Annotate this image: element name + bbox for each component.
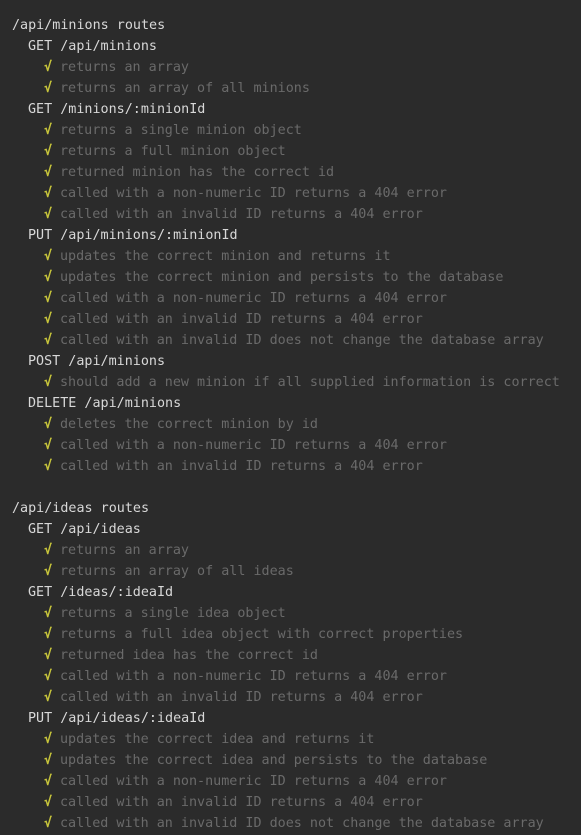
pass-check-icon: √ xyxy=(44,186,53,201)
test-description: called with a non-numeric ID returns a 4… xyxy=(60,669,447,684)
test-description: called with an invalid ID does not chang… xyxy=(60,816,544,831)
test-description: returns a single minion object xyxy=(60,123,302,138)
test-description: deletes the correct minion by id xyxy=(60,417,318,432)
pass-check-icon: √ xyxy=(44,564,53,579)
test-result-row: √ called with an invalid ID returns a 404… xyxy=(12,687,581,708)
test-result-row: √ updates the correct minion and persists… xyxy=(12,267,581,288)
test-description: called with a non-numeric ID returns a 4… xyxy=(60,186,447,201)
pass-check-icon: √ xyxy=(44,165,53,180)
pass-check-icon: √ xyxy=(44,606,53,621)
test-description: returned idea has the correct id xyxy=(60,648,318,663)
test-result-row: √ called with an invalid ID returns a 404… xyxy=(12,456,581,477)
group-title: GET /api/ideas xyxy=(28,522,141,537)
pass-check-icon: √ xyxy=(44,312,53,327)
test-result-row: √ called with a non-numeric ID returns a … xyxy=(12,183,581,204)
test-description: updates the correct minion and persists … xyxy=(60,270,504,285)
pass-check-icon: √ xyxy=(44,459,53,474)
group-title: DELETE /api/minions xyxy=(28,396,182,411)
pass-check-icon: √ xyxy=(44,648,53,663)
test-description: returns an array xyxy=(60,60,189,75)
test-description: called with a non-numeric ID returns a 4… xyxy=(60,438,447,453)
test-result-row: √ returns a full idea object with correct… xyxy=(12,624,581,645)
test-description: updates the correct minion and returns i… xyxy=(60,249,391,264)
test-result-row: √ called with an invalid ID does not chan… xyxy=(12,330,581,351)
pass-check-icon: √ xyxy=(44,60,53,75)
test-result-row: √ returns an array xyxy=(12,540,581,561)
test-result-row: √ returns a single idea object xyxy=(12,603,581,624)
test-description: returns an array of all minions xyxy=(60,81,310,96)
test-description: called with an invalid ID returns a 404 … xyxy=(60,312,423,327)
test-result-row: √ returns a single minion object xyxy=(12,120,581,141)
test-result-row: √ returned minion has the correct id xyxy=(12,162,581,183)
test-description: called with an invalid ID does not chang… xyxy=(60,333,544,348)
test-result-row: √ called with a non-numeric ID returns a … xyxy=(12,435,581,456)
group-title: GET /minions/:minionId xyxy=(28,102,206,117)
test-description: called with an invalid ID returns a 404 … xyxy=(60,690,423,705)
pass-check-icon: √ xyxy=(44,690,53,705)
test-description: called with a non-numeric ID returns a 4… xyxy=(60,291,447,306)
test-result-row: √ called with a non-numeric ID returns a … xyxy=(12,666,581,687)
test-description: should add a new minion if all supplied … xyxy=(60,375,560,390)
test-description: called with an invalid ID returns a 404 … xyxy=(60,795,423,810)
group-title: GET /api/minions xyxy=(28,39,157,54)
test-result-row: √ returns an array xyxy=(12,57,581,78)
test-result-row: √ called with an invalid ID returns a 404… xyxy=(12,204,581,225)
test-description: called with a non-numeric ID returns a 4… xyxy=(60,774,447,789)
pass-check-icon: √ xyxy=(44,144,53,159)
test-description: returns an array xyxy=(60,543,189,558)
test-result-row: √ deletes the correct minion by id xyxy=(12,414,581,435)
test-result-row: √ called with an invalid ID returns a 404… xyxy=(12,792,581,813)
test-description: updates the correct idea and returns it xyxy=(60,732,375,747)
group-title: GET /ideas/:ideaId xyxy=(28,585,174,600)
test-description: returned minion has the correct id xyxy=(60,165,335,180)
test-result-row: √ returns an array of all ideas xyxy=(12,561,581,582)
test-result-row: √ returns a full minion object xyxy=(12,141,581,162)
pass-check-icon: √ xyxy=(44,438,53,453)
group-title: POST /api/minions xyxy=(28,354,166,369)
pass-check-icon: √ xyxy=(44,543,53,558)
group-title: PUT /api/ideas/:ideaId xyxy=(28,711,206,726)
test-result-row: √ called with a non-numeric ID returns a … xyxy=(12,288,581,309)
pass-check-icon: √ xyxy=(44,207,53,222)
pass-check-icon: √ xyxy=(44,270,53,285)
pass-check-icon: √ xyxy=(44,81,53,96)
pass-check-icon: √ xyxy=(44,732,53,747)
pass-check-icon: √ xyxy=(44,333,53,348)
pass-check-icon: √ xyxy=(44,627,53,642)
pass-check-icon: √ xyxy=(44,123,53,138)
test-result-row: √ updates the correct idea and persists t… xyxy=(12,750,581,771)
test-result-row: √ updates the correct minion and returns … xyxy=(12,246,581,267)
pass-check-icon: √ xyxy=(44,249,53,264)
pass-check-icon: √ xyxy=(44,669,53,684)
pass-check-icon: √ xyxy=(44,816,53,831)
pass-check-icon: √ xyxy=(44,795,53,810)
group-title: PUT /api/minions/:minionId xyxy=(28,228,238,243)
test-description: returns a full minion object xyxy=(60,144,286,159)
pass-check-icon: √ xyxy=(44,417,53,432)
pass-check-icon: √ xyxy=(44,375,53,390)
suite-title: /api/minions routes xyxy=(12,18,166,33)
test-output-console: /api/minions routes GET /api/minions √ retu… xyxy=(12,15,581,834)
test-description: called with an invalid ID returns a 404 … xyxy=(60,459,423,474)
test-description: returns a single idea object xyxy=(60,606,286,621)
pass-check-icon: √ xyxy=(44,753,53,768)
test-result-row: √ returned idea has the correct id xyxy=(12,645,581,666)
test-description: returns an array of all ideas xyxy=(60,564,294,579)
test-result-row: √ called with an invalid ID does not chan… xyxy=(12,813,581,834)
test-result-row: √ updates the correct idea and returns it xyxy=(12,729,581,750)
pass-check-icon: √ xyxy=(44,291,53,306)
test-result-row: √ called with a non-numeric ID returns a … xyxy=(12,771,581,792)
pass-check-icon: √ xyxy=(44,774,53,789)
test-result-row: √ called with an invalid ID returns a 404… xyxy=(12,309,581,330)
test-description: updates the correct idea and persists to… xyxy=(60,753,488,768)
test-description: returns a full idea object with correct … xyxy=(60,627,464,642)
test-result-row: √ should add a new minion if all supplied… xyxy=(12,372,581,393)
suite-title: /api/ideas routes xyxy=(12,501,150,516)
test-description: called with an invalid ID returns a 404 … xyxy=(60,207,423,222)
test-result-row: √ returns an array of all minions xyxy=(12,78,581,99)
